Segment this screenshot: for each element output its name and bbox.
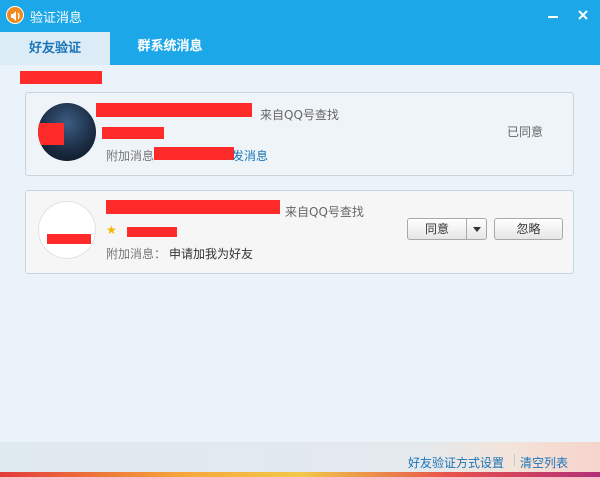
extra-message-label: 附加消息	[106, 149, 155, 163]
extra-message-label: 附加消息：	[106, 247, 167, 261]
extra-message-value: 发消息	[232, 149, 269, 163]
redacted-nickname	[96, 103, 252, 117]
divider	[514, 454, 515, 466]
tab-friend-verification[interactable]: 好友验证	[0, 30, 110, 65]
clear-list-link[interactable]: 清空列表	[520, 454, 568, 471]
redacted-level	[127, 227, 177, 237]
friend-request-card[interactable]: 来自QQ号查找 ★ 附加消息： 申请加我为好友 同意 忽略	[25, 190, 574, 274]
star-icon: ★	[106, 223, 117, 237]
redacted-date	[20, 71, 102, 84]
redacted-nickname	[106, 200, 280, 214]
minimize-button[interactable]	[544, 6, 562, 24]
qq-speaker-icon	[6, 6, 24, 24]
redacted-extra-message	[154, 147, 234, 160]
agree-button[interactable]: 同意	[407, 218, 467, 240]
tab-bar: 好友验证 群系统消息	[0, 30, 600, 65]
extra-message-value: 申请加我为好友	[169, 247, 254, 261]
friend-request-card[interactable]: 来自QQ号查找 附加消息 发消息 已同意	[25, 92, 574, 176]
title-bar: 验证消息	[0, 0, 600, 30]
window-title: 验证消息	[30, 11, 83, 26]
ignore-button[interactable]: 忽略	[494, 218, 563, 240]
redacted-info	[102, 127, 164, 139]
close-button[interactable]	[574, 6, 592, 24]
status-badge: 已同意	[506, 125, 543, 139]
close-icon	[578, 10, 588, 20]
request-source: 来自QQ号查找	[260, 108, 339, 122]
decorative-bottom-edge	[0, 472, 600, 477]
request-source: 来自QQ号查找	[285, 205, 364, 219]
agree-dropdown-button[interactable]	[466, 218, 487, 240]
avatar[interactable]	[38, 103, 96, 161]
verification-settings-link[interactable]: 好友验证方式设置	[408, 454, 504, 471]
avatar[interactable]	[38, 201, 96, 259]
tab-group-system-messages[interactable]: 群系统消息	[110, 30, 230, 65]
